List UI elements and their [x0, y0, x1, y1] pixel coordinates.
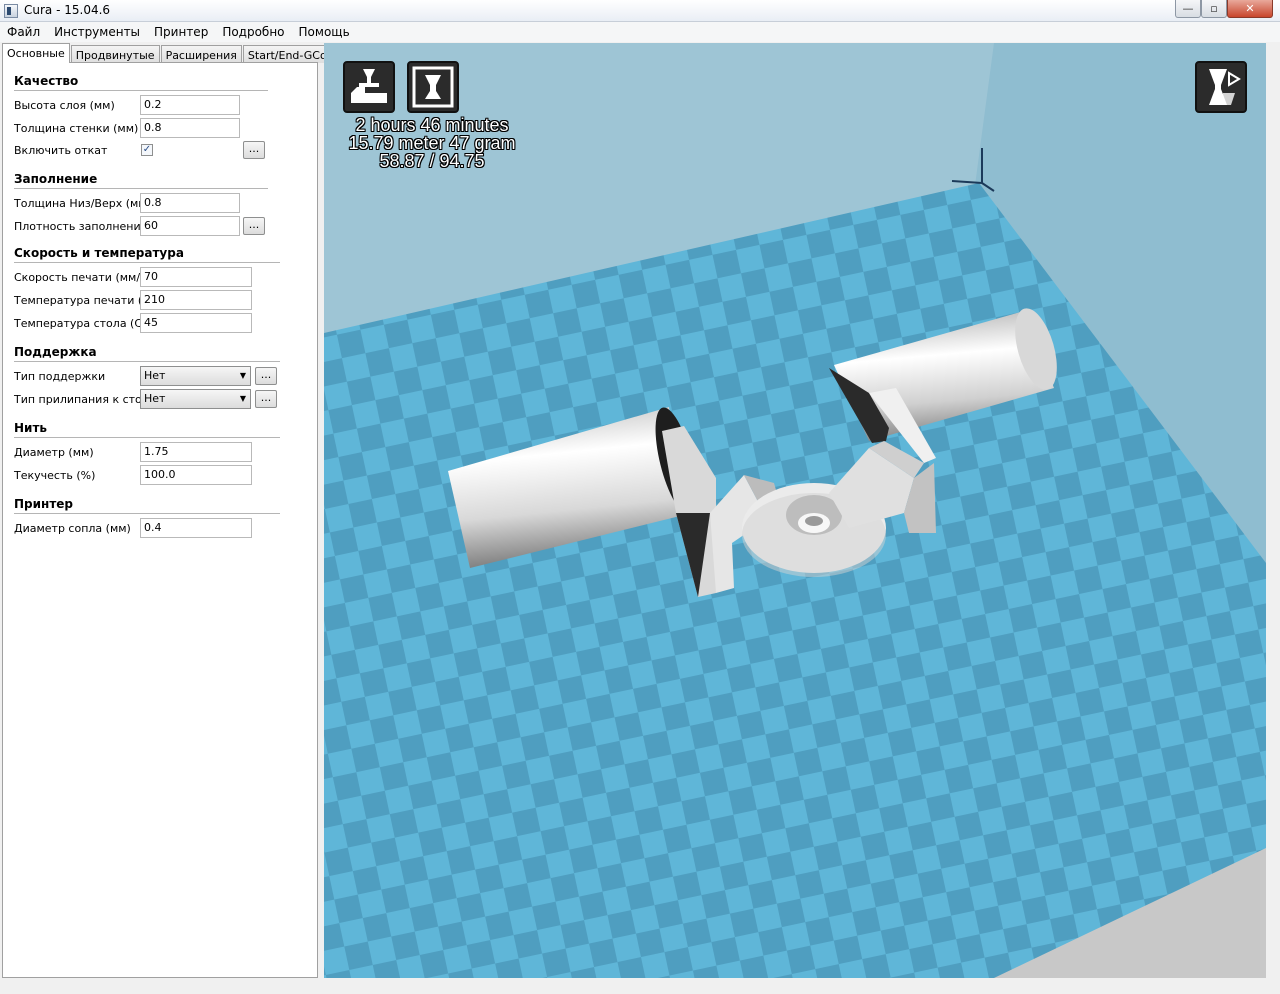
print-speed-input[interactable]: 70 [140, 267, 252, 287]
print-estimate: 2 hours 46 minutes 15.79 meter 47 gram 5… [344, 116, 520, 170]
maximize-button[interactable]: ▫ [1201, 0, 1227, 18]
view-mode-icon [1209, 69, 1241, 105]
retraction-label: Включить откат [14, 144, 108, 157]
title-bar: Cura - 15.04.6 — ▫ ✕ [0, 0, 1280, 22]
dropdown-arrow-icon: ▼ [239, 394, 246, 403]
adhesion-settings-button[interactable]: ... [255, 390, 277, 408]
3d-viewport[interactable]: 2 hours 46 minutes 15.79 meter 47 gram 5… [324, 43, 1266, 978]
section-speed-title: Скорость и температура [14, 246, 184, 260]
print-temp-input[interactable]: 210 [140, 290, 252, 310]
print-size: 58.87 / 94.75 [379, 151, 485, 171]
section-divider [14, 262, 280, 263]
filament-diameter-input[interactable]: 1.75 [140, 442, 252, 462]
section-divider [14, 188, 268, 189]
layer-view-button[interactable] [407, 61, 459, 113]
window-title: Cura - 15.04.6 [24, 3, 111, 17]
print-preview-icon [412, 66, 454, 108]
section-quality-title: Качество [14, 74, 79, 88]
menu-help[interactable]: Помощь [292, 25, 357, 39]
fill-density-input[interactable]: 60 [140, 216, 240, 236]
print-speed-label: Скорость печати (мм/с) [14, 271, 151, 284]
settings-panel: Качество Высота слоя (мм) 0.2 Толщина ст… [2, 62, 318, 978]
nozzle-size-input[interactable]: 0.4 [140, 518, 252, 538]
dropdown-arrow-icon: ▼ [239, 371, 246, 380]
window-border [1266, 43, 1280, 978]
fill-density-label: Плотность заполнения [14, 220, 148, 233]
filament-diameter-label: Диаметр (мм) [14, 446, 94, 459]
retraction-checkbox[interactable]: ✓ [141, 144, 153, 156]
menu-tools[interactable]: Инструменты [47, 25, 147, 39]
section-divider [14, 513, 280, 514]
print-time: 2 hours 46 minutes [355, 115, 509, 135]
fill-settings-button[interactable]: ... [243, 217, 265, 235]
support-type-value: Нет [144, 369, 166, 382]
support-type-label: Тип поддержки [14, 370, 106, 383]
section-fill-title: Заполнение [14, 172, 98, 186]
adhesion-value: Нет [144, 392, 166, 405]
minimize-button[interactable]: — [1175, 0, 1201, 18]
section-divider [14, 361, 280, 362]
layer-height-input[interactable]: 0.2 [140, 95, 240, 115]
menu-expert[interactable]: Подробно [215, 25, 291, 39]
bed-temp-label: Температура стола (C) [14, 317, 147, 330]
section-support-title: Поддержка [14, 345, 97, 359]
bottom-top-input[interactable]: 0.8 [140, 193, 240, 213]
load-model-button[interactable] [343, 61, 395, 113]
support-type-select[interactable]: Нет ▼ [140, 366, 251, 386]
settings-tabs: Основные Продвинутые Расширения Start/En… [2, 43, 346, 63]
support-settings-button[interactable]: ... [255, 367, 277, 385]
tab-advanced[interactable]: Продвинутые [70, 45, 160, 63]
section-divider [14, 437, 280, 438]
layer-height-label: Высота слоя (мм) [14, 99, 115, 112]
print-material: 15.79 meter 47 gram [348, 133, 516, 153]
close-button[interactable]: ✕ [1227, 0, 1273, 18]
flow-label: Текучесть (%) [14, 469, 96, 482]
cura-app-icon [4, 4, 18, 18]
tab-basic[interactable]: Основные [2, 43, 70, 63]
menu-file[interactable]: Файл [0, 25, 47, 39]
print-temp-label: Температура печати (C) [14, 294, 155, 307]
load-model-icon [351, 69, 387, 103]
bed-temp-input[interactable]: 45 [140, 313, 252, 333]
section-filament-title: Нить [14, 421, 47, 435]
menu-machine[interactable]: Принтер [147, 25, 215, 39]
adhesion-select[interactable]: Нет ▼ [140, 389, 251, 409]
section-divider [14, 90, 268, 91]
shell-thickness-label: Толщина стенки (мм) [14, 122, 139, 135]
adhesion-label: Тип прилипания к столу [14, 393, 156, 406]
menu-bar: Файл Инструменты Принтер Подробно Помощь [0, 22, 1280, 42]
view-mode-button[interactable] [1195, 61, 1247, 113]
scene-canvas [324, 43, 1266, 978]
flow-input[interactable]: 100.0 [140, 465, 252, 485]
shell-thickness-input[interactable]: 0.8 [140, 118, 240, 138]
tab-plugins[interactable]: Расширения [160, 45, 242, 63]
section-machine-title: Принтер [14, 497, 74, 511]
retraction-settings-button[interactable]: ... [243, 141, 265, 159]
bottom-top-label: Толщина Низ/Верх (мм) [14, 197, 151, 210]
nozzle-size-label: Диаметр сопла (мм) [14, 522, 131, 535]
